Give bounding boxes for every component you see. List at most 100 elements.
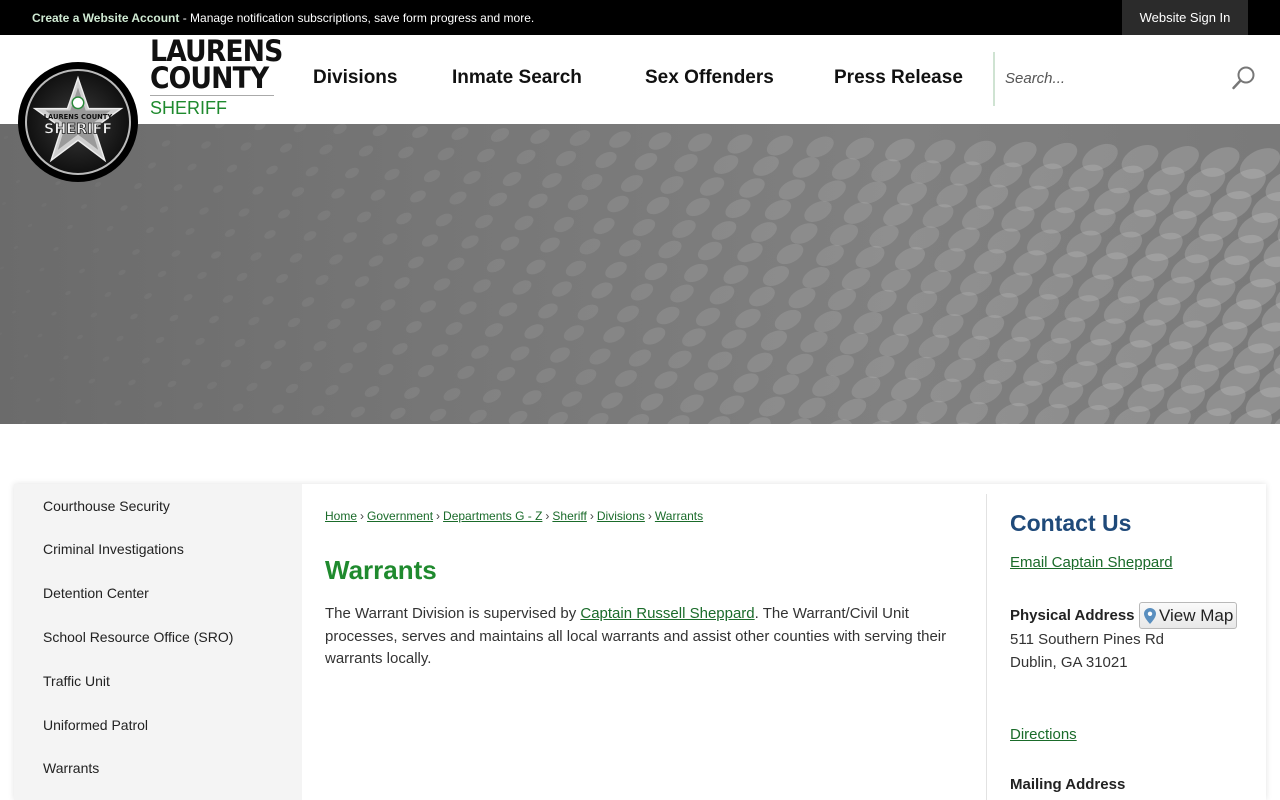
hero-dot (648, 132, 672, 150)
sidebar-item-courthouse-security[interactable]: Courthouse Security (43, 498, 170, 514)
hero-dot (116, 335, 124, 342)
hero-dot (713, 155, 739, 174)
directions-link[interactable]: Directions (1010, 726, 1077, 743)
nav-press-release[interactable]: Press Release (834, 67, 963, 89)
hero-dot (512, 280, 532, 295)
search-icon (1232, 66, 1255, 90)
hero-dot (490, 128, 510, 142)
badge-text-main: SHERIFF (44, 122, 112, 138)
view-map-button[interactable]: View Map (1139, 602, 1237, 629)
hero-dot-pattern (0, 124, 1280, 424)
breadcrumb-departments-g-z[interactable]: Departments G - Z (443, 509, 542, 523)
hero-dot (555, 150, 577, 167)
hero-dot (382, 233, 398, 245)
hero-dot (500, 236, 520, 251)
hero-dot (762, 266, 790, 286)
hero-dot (132, 249, 140, 255)
hero-dot (92, 248, 100, 253)
hero-dot (758, 396, 786, 417)
page-description: The Warrant Division is supervised by Ca… (325, 603, 965, 671)
breadcrumb-government[interactable]: Government (367, 509, 433, 523)
search-button[interactable] (1230, 64, 1258, 92)
hero-dot (41, 203, 47, 207)
hero-dot (498, 302, 518, 317)
mailing-address-label: Mailing Address (1010, 776, 1126, 793)
hero-dot (682, 328, 706, 347)
hero-dot (167, 380, 177, 388)
hero-dot (457, 365, 475, 380)
breadcrumb-sheriff[interactable]: Sheriff (552, 509, 586, 523)
breadcrumb-separator: › (436, 509, 441, 523)
search-input[interactable] (1005, 66, 1215, 90)
hero-dot (280, 143, 292, 153)
hero-dot (272, 404, 284, 414)
hero-dot (311, 405, 325, 416)
sidebar-item-uniformed-patrol[interactable]: Uniformed Patrol (43, 717, 148, 733)
hero-dot (443, 388, 461, 401)
email-captain-link[interactable]: Email Captain Sheppard (1010, 554, 1173, 571)
hero-dot (226, 164, 238, 173)
hero-dot (63, 355, 69, 360)
hero-dot (447, 257, 465, 271)
create-account-link[interactable]: Create a Website Account (32, 11, 179, 25)
description-text-start: The Warrant Division is supervised by (325, 605, 581, 622)
sidebar-item-school-resource-office[interactable]: School Resource Office (SRO) (43, 629, 233, 645)
hero-dot (723, 264, 749, 285)
hero-dot (159, 206, 169, 213)
hero-dot (368, 255, 384, 267)
nav-inmate-search[interactable]: Inmate Search (452, 67, 582, 89)
sidebar-item-detention-center[interactable]: Detention Center (43, 585, 149, 601)
website-sign-in-button[interactable]: Website Sign In (1122, 0, 1248, 35)
hero-dot (591, 282, 613, 299)
hero-dot (569, 130, 591, 146)
site-wordmark[interactable]: LAURENS COUNTY SHERIFF (150, 37, 283, 119)
hero-dot (106, 225, 114, 232)
hero-dot (366, 319, 382, 332)
nav-divisions[interactable]: Divisions (313, 67, 397, 89)
hero-dot (486, 258, 506, 273)
hero-dot (325, 384, 339, 396)
hero-dot (646, 196, 670, 215)
wordmark-line-county: COUNTY (150, 61, 269, 95)
hero-dot (390, 407, 406, 420)
hero-dot (788, 287, 816, 309)
hero-dot (65, 290, 71, 296)
view-map-label: View Map (1159, 605, 1234, 625)
hero-dot (175, 124, 185, 127)
sheriff-badge-logo[interactable]: LAURENS COUNTY SHERIFF (18, 62, 138, 182)
sidebar-item-warrants[interactable]: Warrants (43, 760, 99, 776)
hero-dot (435, 213, 453, 227)
breadcrumb-divisions[interactable]: Divisions (597, 509, 645, 523)
hero-dot (733, 373, 759, 393)
hero-dot (626, 414, 650, 424)
hero-dot (473, 279, 491, 293)
hero-dot (475, 214, 493, 229)
captain-sheppard-link[interactable]: Captain Russell Sheppard (580, 605, 754, 622)
hero-dot (719, 395, 745, 415)
hero-dot (725, 198, 751, 219)
hero-dot (577, 304, 599, 321)
hero-dot (55, 180, 61, 186)
hero-dot (658, 240, 682, 259)
hero-dot (688, 133, 712, 152)
hero-dot (735, 308, 761, 329)
hero-banner (0, 124, 1280, 424)
hero-dot (575, 369, 597, 385)
sidebar-item-criminal-investigations[interactable]: Criminal Investigations (43, 541, 184, 557)
hero-dot (484, 323, 504, 337)
hero-dot (145, 226, 155, 234)
hero-dot (800, 331, 828, 353)
hero-dot (607, 195, 629, 213)
hero-dot (632, 218, 656, 237)
breadcrumb-warrants[interactable]: Warrants (655, 509, 703, 523)
hero-dot (315, 275, 329, 285)
hero-dot (753, 156, 779, 176)
hero-dot (792, 157, 820, 178)
breadcrumb-separator: › (360, 509, 365, 523)
breadcrumb-home[interactable]: Home (325, 509, 357, 523)
sidebar-item-traffic-unit[interactable]: Traffic Unit (43, 673, 110, 689)
nav-sex-offenders[interactable]: Sex Offenders (645, 67, 774, 89)
hero-dot (660, 176, 684, 194)
hero-dot (595, 151, 617, 169)
hero-dot (232, 403, 244, 412)
